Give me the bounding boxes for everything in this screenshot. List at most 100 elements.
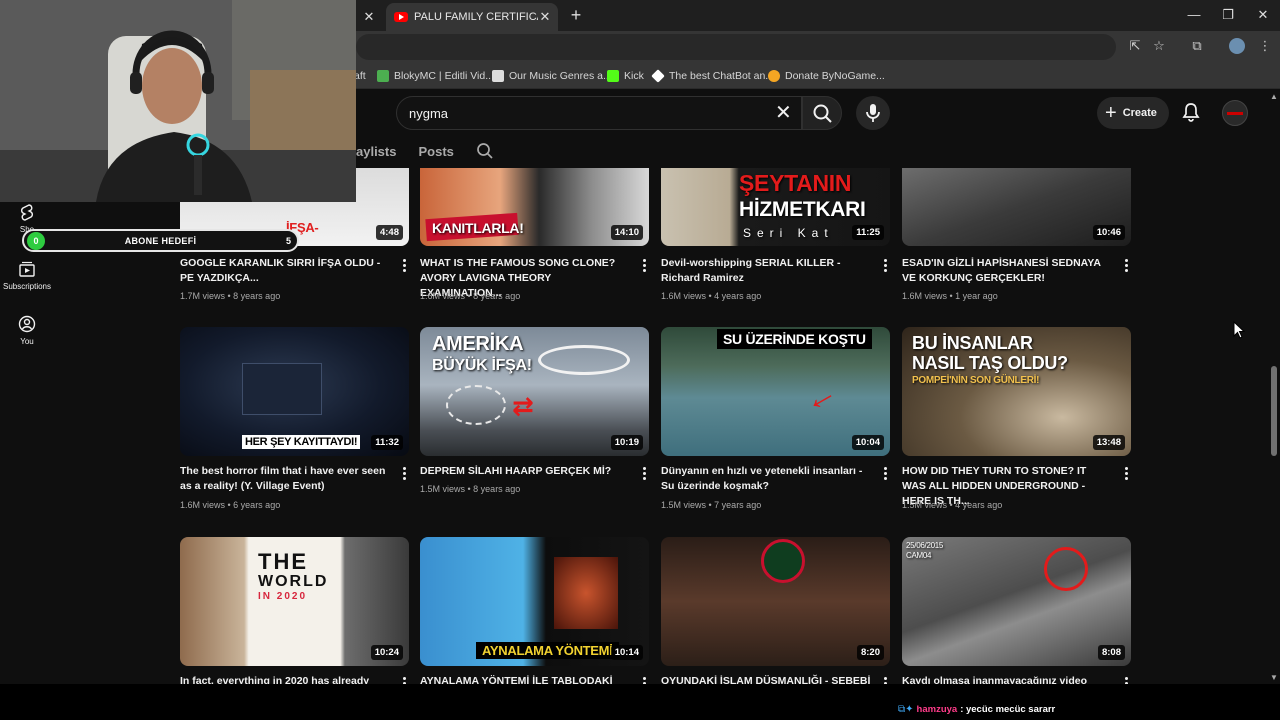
extensions-icon[interactable]: ⧉	[1189, 38, 1205, 54]
thumbnail-text: ŞEYTANIN	[739, 170, 852, 196]
url-bar[interactable]	[356, 34, 1116, 60]
tab-playlists[interactable]: aylists	[356, 144, 396, 159]
video-thumbnail[interactable]: SU ÜZERİNDE KOŞTU ← 10:04	[661, 327, 890, 456]
video-menu-icon[interactable]	[639, 258, 649, 274]
shorts-icon	[21, 204, 33, 221]
video-card[interactable]: 10:46 ESAD'IN GİZLİ HAPİSHANESİ SEDNAYA …	[902, 168, 1131, 301]
account-avatar[interactable]	[1222, 100, 1248, 126]
microphone-icon	[866, 104, 880, 122]
drive-icon	[377, 70, 389, 82]
clear-search-icon[interactable]: ✕	[775, 102, 792, 124]
tab-close-previous[interactable]: ✕	[356, 3, 382, 31]
install-app-icon[interactable]: ⇱	[1127, 38, 1143, 54]
video-card[interactable]: HER ŞEY KAYITTAYDI! 11:32 The best horro…	[180, 327, 409, 510]
create-button[interactable]: + Create	[1097, 97, 1169, 129]
tab-posts[interactable]: Posts	[418, 144, 453, 159]
video-menu-icon[interactable]	[399, 466, 409, 482]
bookmark-item[interactable]: BlokyMC | Editli Vid...	[377, 68, 494, 84]
video-card[interactable]: AYNALAMA YÖNTEMİ 10:14 AYNALAMA YÖNTEMİ …	[420, 537, 649, 690]
thumbnail-text: HER ŞEY KAYITTAYDI!	[242, 435, 361, 449]
video-card[interactable]: 8:20 OYUNDAKİ İSLAM DÜŞMANLIĞI - SEBEBİ	[661, 537, 890, 690]
video-thumbnail[interactable]: KANITLARLA! 14:10	[420, 168, 649, 246]
bookmark-item[interactable]: The best ChatBot an...	[651, 68, 774, 84]
video-title[interactable]: OYUNDAKİ İSLAM DÜŞMANLIĞI - SEBEBİ	[661, 674, 871, 684]
chat-text: : yecüc mecüc sararr	[960, 704, 1056, 715]
video-thumbnail[interactable]: 25/06/2015 CAM04 8:08	[902, 537, 1131, 666]
video-menu-icon[interactable]	[880, 466, 890, 482]
sidebar-item-subscriptions[interactable]: Subscriptions	[0, 260, 54, 291]
restore-button[interactable]: ❐	[1217, 5, 1239, 25]
bookmark-item[interactable]: Our Music Genres a...	[492, 68, 612, 84]
video-thumbnail[interactable]: THE WORLD IN 2020 10:24	[180, 537, 409, 666]
video-thumbnail[interactable]: 10:46	[902, 168, 1131, 246]
scroll-down-icon[interactable]: ▼	[1270, 673, 1278, 682]
video-thumbnail[interactable]: AYNALAMA YÖNTEMİ 10:14	[420, 537, 649, 666]
video-card[interactable]: BU İNSANLAR NASIL TAŞ OLDU? POMPEİ'NİN S…	[902, 327, 1131, 510]
video-menu-icon[interactable]	[880, 258, 890, 274]
browser-menu-icon[interactable]: ⋮	[1257, 38, 1273, 54]
video-title[interactable]: GOOGLE KARANLIK SIRRI İFŞA OLDU - PE YAZ…	[180, 256, 390, 286]
video-menu-icon[interactable]	[1121, 466, 1131, 482]
video-meta: 1.7M views • 8 years ago	[180, 291, 281, 301]
browser-tab-active[interactable]: PALU FAMILY CERTIFICATE HOR ✕	[386, 3, 558, 31]
close-tab-icon[interactable]: ✕	[538, 9, 552, 25]
thumbnail-text: NASIL TAŞ OLDU?	[912, 353, 1068, 373]
video-meta: 1.6M views • 1 year ago	[902, 291, 998, 301]
video-title[interactable]: Kaydı olmasa inanmayacağınız video	[902, 674, 1112, 684]
scroll-up-icon[interactable]: ▲	[1270, 92, 1278, 101]
close-icon[interactable]: ✕	[362, 9, 376, 25]
video-title[interactable]: DEPREM SİLAHI HAARP GERÇEK Mİ?	[420, 464, 630, 479]
bookmark-star-icon[interactable]: ☆	[1151, 38, 1167, 54]
search-button[interactable]	[802, 96, 842, 130]
video-title[interactable]: ESAD'IN GİZLİ HAPİSHANESİ SEDNAYA VE KOR…	[902, 256, 1112, 286]
notifications-bell-icon[interactable]	[1180, 101, 1202, 123]
thumbnail-text: Seri Kat	[743, 226, 834, 240]
page-scrollbar[interactable]: ▲ ▼	[1268, 90, 1280, 690]
video-title[interactable]: The best horror film that i have ever se…	[180, 464, 390, 494]
video-thumbnail[interactable]: ŞEYTANIN HİZMETKARI Seri Kat 11:25	[661, 168, 890, 246]
channel-search-icon[interactable]	[476, 142, 494, 160]
search-icon	[813, 104, 832, 123]
search-query: nygma	[409, 106, 449, 121]
video-duration: 8:20	[856, 645, 884, 660]
voice-search-button[interactable]	[856, 96, 890, 130]
sidebar-item-you[interactable]: You	[0, 315, 54, 346]
video-title[interactable]: AYNALAMA YÖNTEMİ İLE TABLODAKİ	[420, 674, 630, 684]
video-menu-icon[interactable]	[1121, 258, 1131, 274]
you-icon	[18, 315, 36, 333]
window-close-button[interactable]: ✕	[1252, 5, 1274, 25]
tab-title: PALU FAMILY CERTIFICATE HOR	[414, 11, 538, 23]
video-menu-icon[interactable]	[399, 258, 409, 274]
video-duration: 10:19	[610, 435, 643, 450]
video-card[interactable]: AMERİKA BÜYÜK İFŞA! ⇄ 10:19 DEPREM SİLAH…	[420, 327, 649, 494]
thumbnail-text: IN 2020	[258, 591, 308, 602]
video-card[interactable]: 25/06/2015 CAM04 8:08 Kaydı olmasa inanm…	[902, 537, 1131, 690]
youtube-favicon-icon	[394, 12, 408, 22]
video-menu-icon[interactable]	[639, 466, 649, 482]
video-thumbnail[interactable]: 8:20	[661, 537, 890, 666]
thumbnail-text: THE	[258, 549, 308, 574]
video-thumbnail[interactable]: BU İNSANLAR NASIL TAŞ OLDU? POMPEİ'NİN S…	[902, 327, 1131, 456]
video-card[interactable]: SU ÜZERİNDE KOŞTU ← 10:04 Dünyanın en hı…	[661, 327, 890, 510]
kick-icon	[607, 70, 619, 82]
search-input[interactable]: nygma ✕	[396, 96, 802, 130]
scroll-thumb[interactable]	[1271, 366, 1277, 456]
new-tab-button[interactable]: +	[566, 5, 586, 25]
thumbnail-text: CAM04	[906, 551, 932, 560]
video-title[interactable]: Dünyanın en hızlı ve yetenekli insanları…	[661, 464, 871, 494]
thumbnail-text: BU İNSANLAR	[912, 333, 1033, 353]
webcam-overlay	[0, 0, 356, 202]
bookmark-item[interactable]: Kick	[607, 68, 644, 84]
bookmark-item[interactable]: Donate ByNoGame...	[768, 68, 885, 84]
video-title[interactable]: In fact, everything in 2020 has already …	[180, 674, 390, 684]
video-title[interactable]: Devil-worshipping SERIAL KILLER - Richar…	[661, 256, 871, 286]
video-card[interactable]: THE WORLD IN 2020 10:24 In fact, everyth…	[180, 537, 409, 690]
video-card[interactable]: ŞEYTANIN HİZMETKARI Seri Kat 11:25 Devil…	[661, 168, 890, 301]
video-card[interactable]: KANITLARLA! 14:10 WHAT IS THE FAMOUS SON…	[420, 168, 649, 301]
minimize-button[interactable]: —	[1183, 5, 1205, 25]
goal-target-count: 5	[285, 236, 291, 246]
thumbnail-text: SU ÜZERİNDE KOŞTU	[717, 329, 872, 349]
profile-icon[interactable]	[1229, 38, 1245, 54]
video-thumbnail[interactable]: AMERİKA BÜYÜK İFŞA! ⇄ 10:19	[420, 327, 649, 456]
video-thumbnail[interactable]: HER ŞEY KAYITTAYDI! 11:32	[180, 327, 409, 456]
